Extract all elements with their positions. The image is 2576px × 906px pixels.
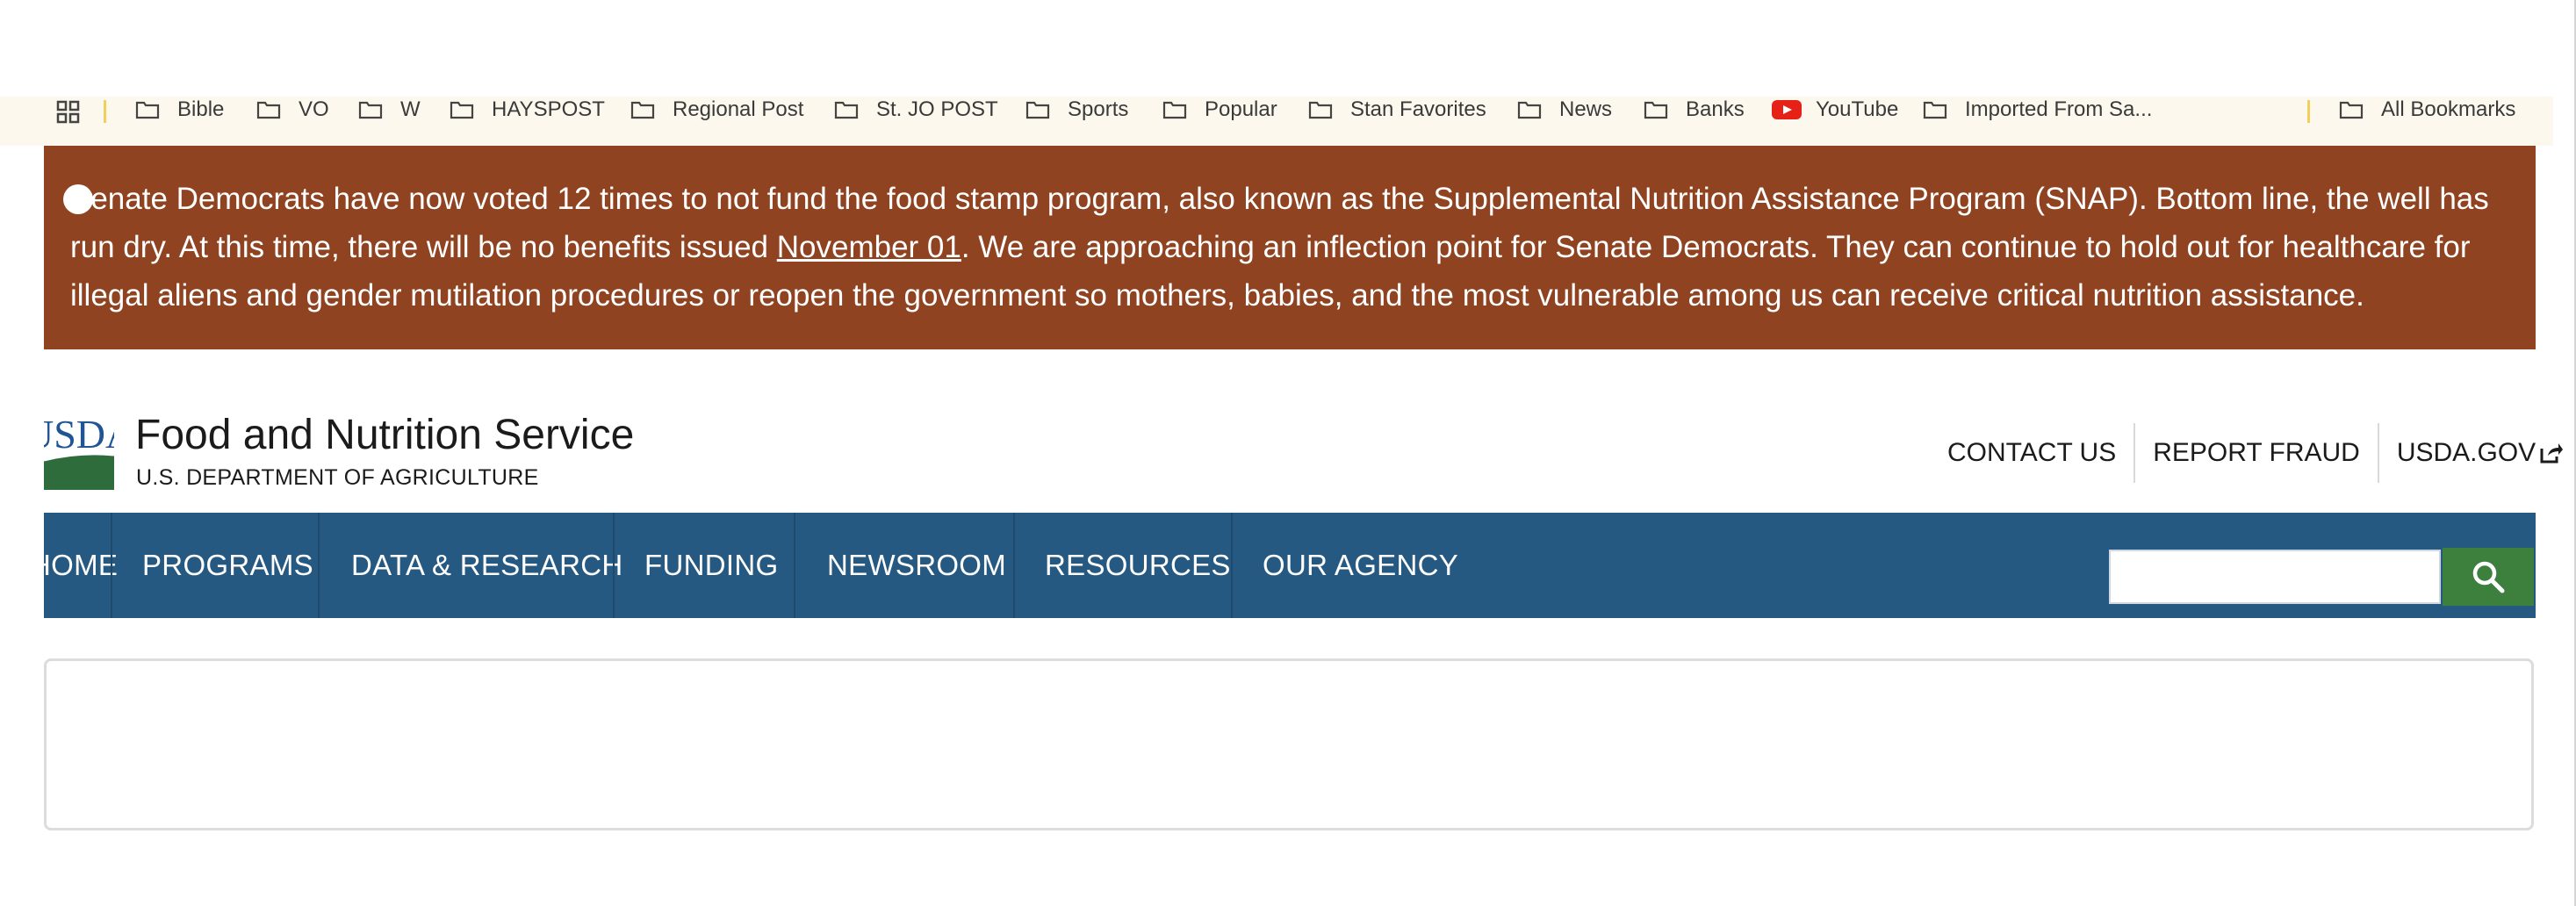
alert-banner: Senate Democrats have now voted 12 times… [44, 146, 2536, 349]
bookmark-label: Imported From Sa... [1965, 97, 2153, 121]
bookmark-label: Stan Favorites [1350, 97, 1486, 121]
folder-icon [2339, 101, 2364, 119]
site-title[interactable]: Food and Nutrition Service [135, 411, 634, 459]
folder-icon [1308, 101, 1333, 119]
bookmarks-bar: Bible VO W HAYSPOST Regional Post St. JO… [0, 97, 2553, 146]
search-button[interactable] [2443, 548, 2534, 606]
bookmark-label: Popular [1205, 97, 1277, 121]
bookmark-label: YouTube [1816, 97, 1899, 121]
alert-date-link[interactable]: November 01 [777, 230, 961, 264]
nav-divider [613, 513, 615, 618]
bookmark-label: VO [299, 97, 329, 121]
nav-divider [1231, 513, 1233, 618]
folder-icon [358, 101, 383, 119]
bookmark-label: W [400, 97, 421, 121]
bookmark-label: Banks [1686, 97, 1745, 121]
bookmark-folder[interactable]: St. JO POST [834, 97, 998, 123]
report-fraud-link[interactable]: REPORT FRAUD [2135, 423, 2378, 483]
apps-grid-icon[interactable] [56, 100, 81, 125]
bookmark-folder[interactable]: Imported From Sa... [1923, 97, 2152, 123]
bookmark-label: Bible [177, 97, 225, 121]
folder-icon [630, 101, 655, 119]
folder-icon [256, 101, 281, 119]
utility-nav: CONTACT US REPORT FRAUD USDA.GOV [1930, 423, 2576, 483]
contact-us-link[interactable]: CONTACT US [1930, 423, 2133, 483]
nav-divider [111, 513, 112, 618]
all-bookmarks-label: All Bookmarks [2381, 97, 2516, 121]
usda-gov-link[interactable]: USDA.GOV [2379, 423, 2576, 483]
nav-newsroom[interactable]: NEWSROOM [827, 513, 1006, 618]
site-subtitle: U.S. DEPARTMENT OF AGRICULTURE [136, 465, 539, 490]
nav-our-agency[interactable]: OUR AGENCY [1263, 513, 1458, 618]
nav-divider [1013, 513, 1015, 618]
main-nav: HOME PROGRAMS DATA & RESEARCH FUNDING NE… [30, 513, 2536, 618]
folder-icon [1923, 101, 1947, 119]
nav-home[interactable]: HOME [30, 513, 118, 618]
bookmark-folder[interactable]: News [1517, 97, 1612, 123]
bookmark-folder[interactable]: Stan Favorites [1308, 97, 1486, 123]
nav-divider [318, 513, 320, 618]
nav-resources[interactable]: RESOURCES [1045, 513, 1231, 618]
folder-icon [1025, 101, 1050, 119]
nav-programs[interactable]: PROGRAMS [142, 513, 313, 618]
bookmark-folder[interactable]: Regional Post [630, 97, 803, 123]
search-icon [2472, 561, 2505, 593]
nav-divider [794, 513, 795, 618]
folder-icon [1517, 101, 1542, 119]
bookmark-folder[interactable]: Bible [135, 97, 224, 123]
bookmarks-separator [104, 100, 106, 123]
logo-text: USDA [44, 412, 114, 457]
bookmark-label: News [1559, 97, 1613, 121]
folder-icon [135, 101, 160, 119]
alert-message: Senate Democrats have now voted 12 times… [70, 175, 2529, 320]
bookmark-folder[interactable]: W [358, 97, 421, 123]
content-card [44, 658, 2534, 830]
search-input[interactable] [2109, 550, 2441, 604]
bookmark-folder[interactable]: VO [256, 97, 329, 123]
all-bookmarks-button[interactable]: All Bookmarks [2339, 97, 2515, 123]
external-link-icon [2540, 443, 2564, 464]
bookmark-folder[interactable]: Sports [1025, 97, 1128, 123]
bookmark-folder[interactable]: Banks [1644, 97, 1745, 123]
bookmark-folder[interactable]: Popular [1162, 97, 1277, 123]
usda-gov-label: USDA.GOV [2396, 438, 2536, 467]
bookmark-label: HAYSPOST [492, 97, 605, 121]
usda-logo-icon: USDA [44, 412, 114, 490]
bookmarks-separator [2307, 100, 2310, 123]
usda-logo[interactable]: USDA [44, 409, 114, 490]
bookmark-youtube[interactable]: YouTube [1772, 97, 1898, 123]
folder-icon [450, 101, 474, 119]
bookmark-folder[interactable]: HAYSPOST [450, 97, 605, 123]
nav-funding[interactable]: FUNDING [644, 513, 778, 618]
nav-data-research[interactable]: DATA & RESEARCH [351, 513, 623, 618]
folder-icon [1162, 101, 1187, 119]
youtube-icon [1772, 100, 1802, 119]
bookmark-label: Regional Post [673, 97, 804, 121]
bookmark-label: St. JO POST [876, 97, 998, 121]
folder-icon [1644, 101, 1668, 119]
folder-icon [834, 101, 859, 119]
bookmark-label: Sports [1068, 97, 1129, 121]
